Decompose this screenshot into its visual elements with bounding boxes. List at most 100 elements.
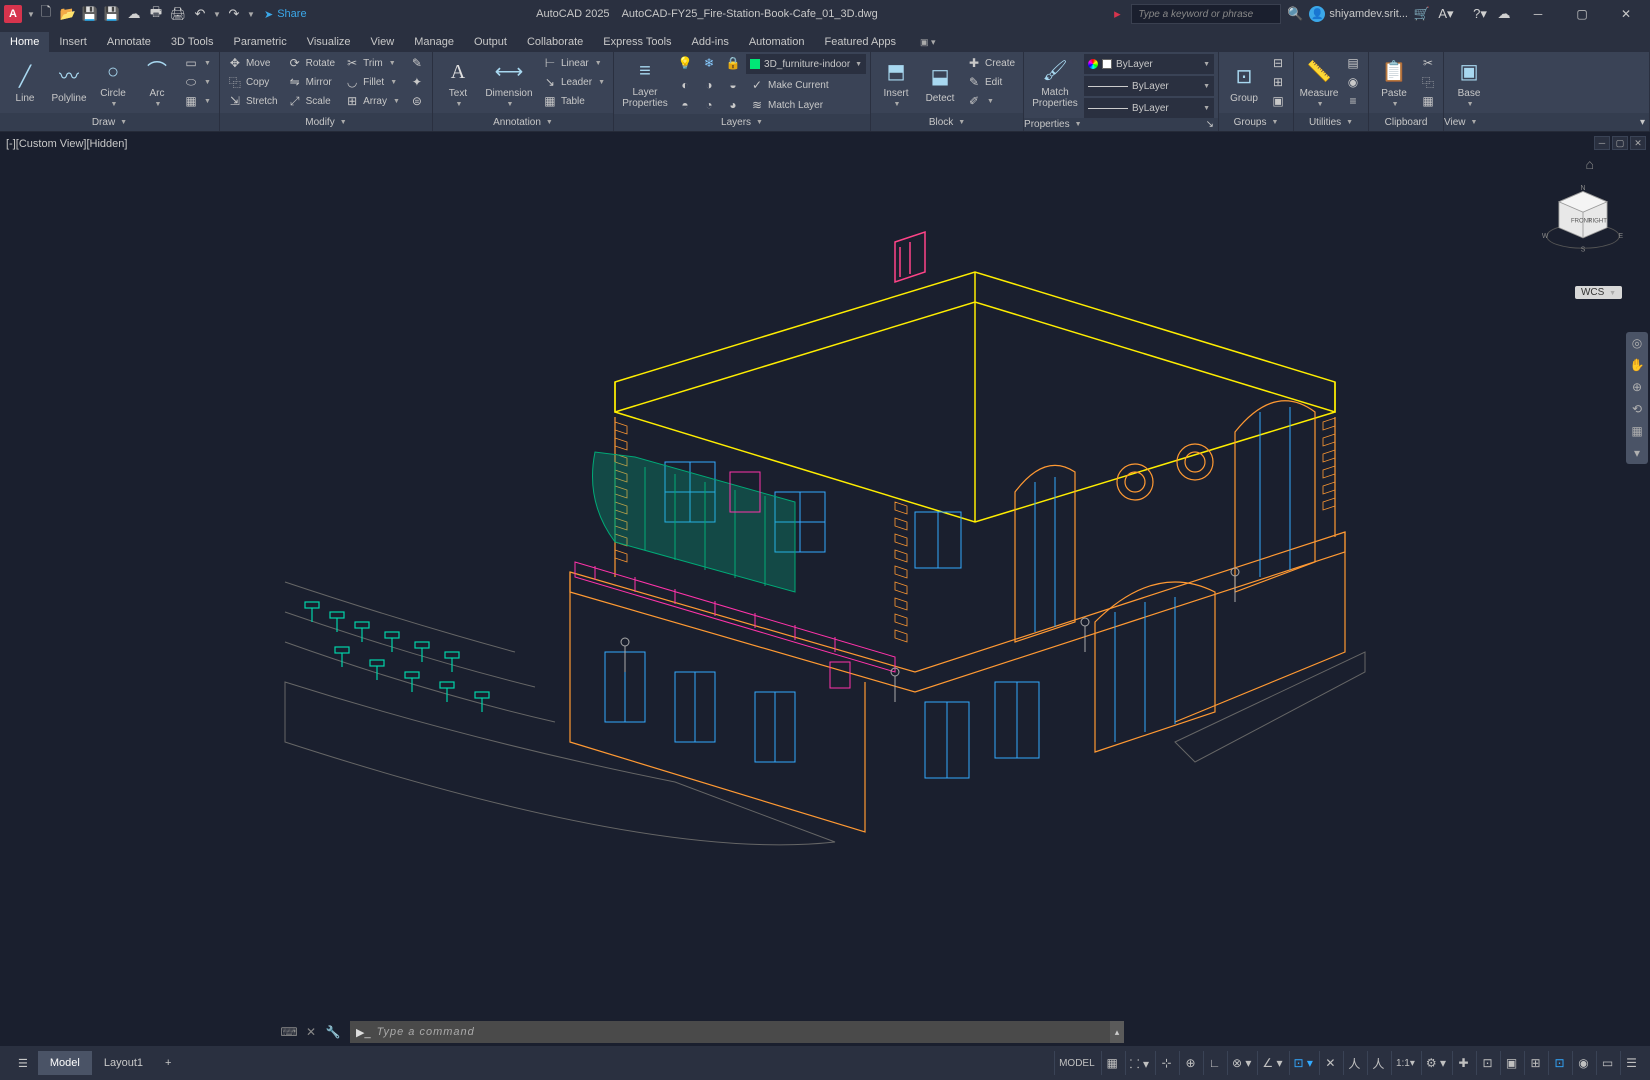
layer-tool-1[interactable]: 💡 (674, 54, 696, 72)
search-play-icon[interactable]: ▸ (1107, 4, 1127, 24)
cloud-icon[interactable]: ☁ (1494, 4, 1514, 24)
paste-button[interactable]: 📋Paste▼ (1373, 54, 1415, 112)
open-icon[interactable]: 📂 (58, 4, 78, 24)
base-button[interactable]: ▣Base▼ (1448, 54, 1490, 112)
pan-icon[interactable]: ✋ (1630, 358, 1645, 372)
autodesk-app-icon[interactable]: A▾ (1436, 4, 1456, 24)
minimize-button[interactable]: ─ (1518, 2, 1558, 26)
layout-menu-icon[interactable]: ☰ (8, 1051, 38, 1076)
tab-visualize[interactable]: Visualize (297, 32, 361, 52)
linetype-dropdown[interactable]: ByLayer▼ (1084, 98, 1214, 118)
edit-button[interactable]: ✎Edit (963, 73, 1019, 91)
snap-toggle[interactable]: ⸬ ▾ (1125, 1051, 1153, 1075)
rectangle-button[interactable]: ▭▼ (180, 54, 215, 72)
fillet-button[interactable]: ◡Fillet▼ (341, 73, 404, 91)
util-2[interactable]: ◉ (1342, 73, 1364, 91)
app-menu-dropdown[interactable]: ▼ (26, 5, 36, 23)
search-icon[interactable]: 🔍 (1285, 4, 1305, 24)
cmd-customize-icon[interactable]: 🔧 (324, 1023, 342, 1041)
tab-featured-apps[interactable]: Featured Apps (814, 32, 906, 52)
tab-manage[interactable]: Manage (404, 32, 464, 52)
match-properties-button[interactable]: 🖌Match Properties (1028, 54, 1082, 112)
util-1[interactable]: ▤ (1342, 54, 1364, 72)
home-view-icon[interactable]: ⌂ (1586, 156, 1594, 172)
add-layout-button[interactable]: + (155, 1051, 181, 1075)
cart-icon[interactable]: 🛒 (1412, 4, 1432, 24)
tab-annotate[interactable]: Annotate (97, 32, 161, 52)
arc-button[interactable]: ⌒Arc▼ (136, 54, 178, 112)
insert-button[interactable]: ⬒Insert▼ (875, 54, 917, 112)
trim-button[interactable]: ✂Trim▼ (341, 54, 404, 72)
vp-maximize[interactable]: ▢ (1612, 136, 1628, 150)
panel-groups-title[interactable]: Groups▼ (1219, 113, 1293, 131)
command-input[interactable]: ▶_ Type a command (350, 1021, 1110, 1043)
erase-button[interactable]: ✎ (406, 54, 428, 72)
tab-model[interactable]: Model (38, 1051, 92, 1075)
group-button[interactable]: ⊡Group (1223, 54, 1265, 112)
ortho-toggle[interactable]: ∟ (1203, 1051, 1225, 1075)
undo-dropdown[interactable]: ▼ (212, 5, 222, 23)
tab-automation[interactable]: Automation (739, 32, 815, 52)
offset-button[interactable]: ⊜ (406, 92, 428, 110)
circle-button[interactable]: ○Circle▼ (92, 54, 134, 112)
annotation-monitor[interactable]: ✚ (1452, 1051, 1474, 1075)
viewport-label[interactable]: [-][Custom View][Hidden] (6, 138, 127, 150)
panel-properties-title[interactable]: Properties▼↘ (1024, 118, 1218, 131)
move-button[interactable]: ✥Move (224, 54, 282, 72)
isodraft-toggle[interactable]: ∠ ▾ (1257, 1051, 1286, 1075)
clip-3-button[interactable]: ▦ (1417, 92, 1439, 110)
vp-close[interactable]: ✕ (1630, 136, 1646, 150)
quick-properties[interactable]: ▣ (1500, 1051, 1522, 1075)
undo-icon[interactable]: ↶ (190, 4, 210, 24)
panel-layers-title[interactable]: Layers▼ (614, 114, 870, 131)
model-space-button[interactable]: MODEL (1054, 1051, 1099, 1075)
zoom-extents-icon[interactable]: ⊕ (1632, 380, 1642, 394)
text-button[interactable]: AText▼ (437, 54, 479, 112)
isolate-objects[interactable]: ⊡ (1548, 1051, 1570, 1075)
tab-options[interactable]: ▣ ▾ (912, 33, 944, 52)
panel-draw-title[interactable]: Draw▼ (0, 113, 219, 131)
new-icon[interactable]: 🗋 (36, 4, 56, 24)
print-icon[interactable]: 🖨 (168, 4, 188, 24)
array-button[interactable]: ⊞Array▼ (341, 92, 404, 110)
cmd-options-icon[interactable]: ⌨ (280, 1023, 298, 1041)
share-button[interactable]: ➤ Share (264, 8, 307, 21)
layer-tool-7[interactable]: ◓ (674, 96, 696, 114)
redo-dropdown[interactable]: ▼ (246, 5, 256, 23)
web-mobile-icon[interactable]: ☁ (124, 4, 144, 24)
save-icon[interactable]: 💾 (80, 4, 100, 24)
osnap-toggle[interactable]: ⊡ ▾ (1289, 1051, 1317, 1075)
lineweight-toggle[interactable]: 人 (1343, 1051, 1365, 1075)
units-toggle[interactable]: ⊡ (1476, 1051, 1498, 1075)
command-history-toggle[interactable]: ▴ (1110, 1021, 1124, 1043)
search-input[interactable]: Type a keyword or phrase (1131, 4, 1281, 24)
orbit-icon[interactable]: ⟲ (1632, 402, 1642, 416)
create-button[interactable]: ✚Create (963, 54, 1019, 72)
tab-3d-tools[interactable]: 3D Tools (161, 32, 224, 52)
group-edit-button[interactable]: ⊞ (1267, 73, 1289, 91)
tab-layout1[interactable]: Layout1 (92, 1051, 155, 1075)
help-icon[interactable]: ?▾ (1470, 4, 1490, 24)
tab-home[interactable]: Home (0, 32, 49, 52)
panel-utilities-title[interactable]: Utilities▼ (1294, 113, 1368, 131)
tab-output[interactable]: Output (464, 32, 517, 52)
copy-button[interactable]: ⿻Copy (224, 73, 282, 91)
cmd-close-icon[interactable]: ✕ (302, 1023, 320, 1041)
user-account[interactable]: 👤 shiyamdev.srit... (1309, 6, 1408, 22)
polar-toggle[interactable]: ⊗ ▾ (1227, 1051, 1255, 1075)
tab-insert[interactable]: Insert (49, 32, 97, 52)
plot-icon[interactable]: 🖶 (146, 4, 166, 24)
clean-screen[interactable]: ▭ (1596, 1051, 1618, 1075)
showmotion-icon[interactable]: ▦ (1631, 424, 1642, 438)
saveas-icon[interactable]: 💾 (102, 4, 122, 24)
ellipse-button[interactable]: ⬭▼ (180, 73, 215, 91)
panel-modify-title[interactable]: Modify▼ (220, 113, 432, 131)
app-menu-icon[interactable]: A (4, 5, 22, 23)
nav-more-icon[interactable]: ▾ (1634, 446, 1640, 460)
rotate-button[interactable]: ⟳Rotate (284, 54, 339, 72)
mirror-button[interactable]: ⇋Mirror (284, 73, 339, 91)
copy-clip-button[interactable]: ⿻ (1417, 73, 1439, 91)
util-3[interactable]: ≡ (1342, 92, 1364, 110)
measure-button[interactable]: 📏Measure▼ (1298, 54, 1340, 112)
viewcube[interactable]: N E S W FRONT RIGHT (1540, 176, 1626, 262)
